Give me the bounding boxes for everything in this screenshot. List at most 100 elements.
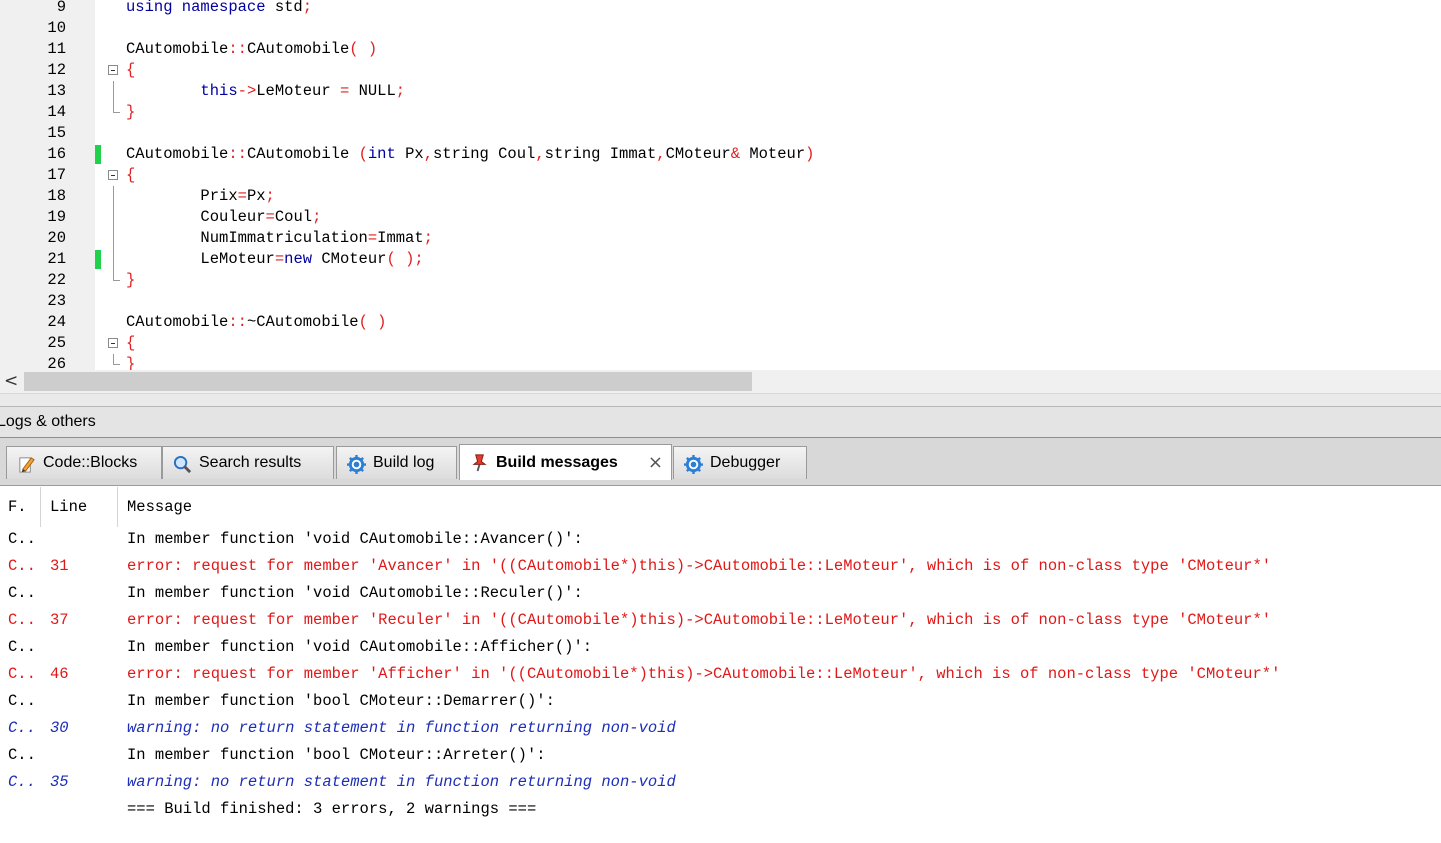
code-text[interactable]: } <box>126 102 135 123</box>
code-keyword: this <box>200 82 238 100</box>
code-text[interactable]: LeMoteur=new CMoteur( ); <box>126 249 423 270</box>
messages-header: F. Line Message <box>0 487 1441 527</box>
scroll-left-arrow-icon[interactable]: < <box>4 371 18 391</box>
code-text[interactable]: this->LeMoteur = NULL; <box>126 81 405 102</box>
panel-splitter[interactable] <box>0 393 1441 407</box>
error-message-row[interactable]: C.. 31 error: request for member 'Avancer'… <box>0 553 1441 580</box>
info-message-row[interactable]: C.. In member function 'void CAutomobile:… <box>0 580 1441 607</box>
message-line: 37 <box>50 611 69 629</box>
info-message-row[interactable]: === Build finished: 3 errors, 2 warnings… <box>0 796 1441 823</box>
code-line[interactable]: 19 Couleur=Coul; <box>0 207 1441 228</box>
horizontal-scrollbar[interactable]: < <box>0 370 1441 393</box>
code-text[interactable]: CAutomobile::CAutomobile (int Px,string … <box>126 144 814 165</box>
code-operator: , <box>656 145 666 163</box>
code-line[interactable]: 22} <box>0 270 1441 291</box>
code-line[interactable]: 17 { <box>0 165 1441 186</box>
info-message-row[interactable]: C.. In member function 'bool CMoteur::Dem… <box>0 688 1441 715</box>
code-text[interactable]: CAutomobile::CAutomobile( ) <box>126 39 377 60</box>
code-text[interactable]: { <box>126 333 135 354</box>
code-line[interactable]: 16 CAutomobile::CAutomobile (int Px,strin… <box>0 144 1441 165</box>
message-line: 31 <box>50 557 69 575</box>
line-number: 20 <box>47 229 66 247</box>
code-token: CAutomobile <box>126 145 229 163</box>
column-header-line[interactable]: Line <box>50 487 87 527</box>
code-token: Moteur <box>740 145 806 163</box>
tab-build-messages[interactable]: Build messages × <box>459 444 672 480</box>
gear-icon <box>347 455 366 474</box>
tab-debugger[interactable]: Debugger <box>673 446 807 479</box>
code-line[interactable]: 26} <box>0 354 1441 370</box>
code-text[interactable]: CAutomobile::~CAutomobile( ) <box>126 312 386 333</box>
code-token: Coul <box>274 208 313 226</box>
tab-search-results[interactable]: Search results <box>162 446 334 479</box>
code-operator: ; <box>312 208 322 226</box>
info-message-row[interactable]: C.. In member function 'bool CMoteur::Arr… <box>0 742 1441 769</box>
code-text[interactable]: } <box>126 354 135 370</box>
error-message-row[interactable]: C.. 46 error: request for member 'Afficher… <box>0 661 1441 688</box>
code-operator: ; <box>302 0 313 16</box>
code-line[interactable]: 21 LeMoteur=new CMoteur( ); <box>0 249 1441 270</box>
code-line[interactable]: 24 CAutomobile::~CAutomobile( ) <box>0 312 1441 333</box>
line-number: 11 <box>47 40 66 58</box>
code-token: ~CAutomobile <box>246 313 359 331</box>
message-file: C.. <box>8 557 36 575</box>
line-number: 16 <box>47 145 66 163</box>
line-number: 19 <box>47 208 66 226</box>
warning-message-row[interactable]: C.. 30 warning: no return statement in fun… <box>0 715 1441 742</box>
build-messages-list[interactable]: F. Line Message C.. In member function 'v… <box>0 487 1441 843</box>
message-text: In member function 'void CAutomobile::Av… <box>127 530 583 548</box>
column-separator[interactable] <box>40 487 41 527</box>
code-operator: ; <box>265 187 275 205</box>
error-message-row[interactable]: C.. 37 error: request for member 'Reculer'… <box>0 607 1441 634</box>
code-text[interactable]: Couleur=Coul; <box>126 207 321 228</box>
code-token: CMoteur <box>312 250 387 268</box>
fold-collapse-icon[interactable] <box>108 338 118 348</box>
fold-end-marker <box>113 270 120 281</box>
code-text[interactable]: using namespace std; <box>126 0 312 18</box>
tab-build-log[interactable]: Build log <box>336 446 457 479</box>
message-file: C.. <box>8 773 36 791</box>
code-line[interactable]: 20 NumImmatriculation=Immat; <box>0 228 1441 249</box>
fold-collapse-icon[interactable] <box>108 170 118 180</box>
fold-collapse-icon[interactable] <box>108 65 118 75</box>
fold-guide-line <box>113 81 114 102</box>
message-file: C.. <box>8 584 36 602</box>
code-line[interactable]: 11 CAutomobile::CAutomobile( ) <box>0 39 1441 60</box>
code-text[interactable]: Prix=Px; <box>126 186 275 207</box>
warning-message-row[interactable]: C.. 35 warning: no return statement in fun… <box>0 769 1441 796</box>
code-text[interactable]: { <box>126 60 135 81</box>
column-header-file[interactable]: F. <box>8 487 27 527</box>
change-marker <box>95 145 101 164</box>
message-file: C.. <box>8 638 36 656</box>
code-line[interactable]: 13 this->LeMoteur = NULL; <box>0 81 1441 102</box>
code-editor[interactable]: 9 using namespace std; 10 11 CAutomobile::CA… <box>0 0 1441 370</box>
code-line[interactable]: 25 { <box>0 333 1441 354</box>
info-message-row[interactable]: C.. In member function 'void CAutomobile:… <box>0 526 1441 553</box>
code-operator: = <box>237 187 247 205</box>
code-token: Prix <box>126 187 238 205</box>
close-tab-icon[interactable]: × <box>648 452 663 473</box>
column-separator[interactable] <box>117 487 118 527</box>
message-line: 30 <box>50 719 69 737</box>
code-line[interactable]: 9 using namespace std; <box>0 0 1441 18</box>
scrollbar-thumb[interactable] <box>24 372 752 391</box>
message-file: C.. <box>8 665 36 683</box>
code-line[interactable]: 23 <box>0 291 1441 312</box>
code-operator: ) <box>805 145 815 163</box>
code-line[interactable]: 15 <box>0 123 1441 144</box>
code-text[interactable]: NumImmatriculation=Immat; <box>126 228 433 249</box>
message-file: C.. <box>8 746 36 764</box>
code-line[interactable]: 12 { <box>0 60 1441 81</box>
tab-code-blocks[interactable]: Code::Blocks <box>6 446 162 479</box>
code-token: CAutomobile <box>126 313 229 331</box>
code-line[interactable]: 18 Prix=Px; <box>0 186 1441 207</box>
line-number: 13 <box>47 82 66 100</box>
code-keyword: int <box>367 145 396 163</box>
fold-guide-line <box>113 207 114 228</box>
column-header-message[interactable]: Message <box>127 487 192 527</box>
code-text[interactable]: { <box>126 165 135 186</box>
code-line[interactable]: 14} <box>0 102 1441 123</box>
code-line[interactable]: 10 <box>0 18 1441 39</box>
code-text[interactable]: } <box>126 270 135 291</box>
info-message-row[interactable]: C.. In member function 'void CAutomobile:… <box>0 634 1441 661</box>
